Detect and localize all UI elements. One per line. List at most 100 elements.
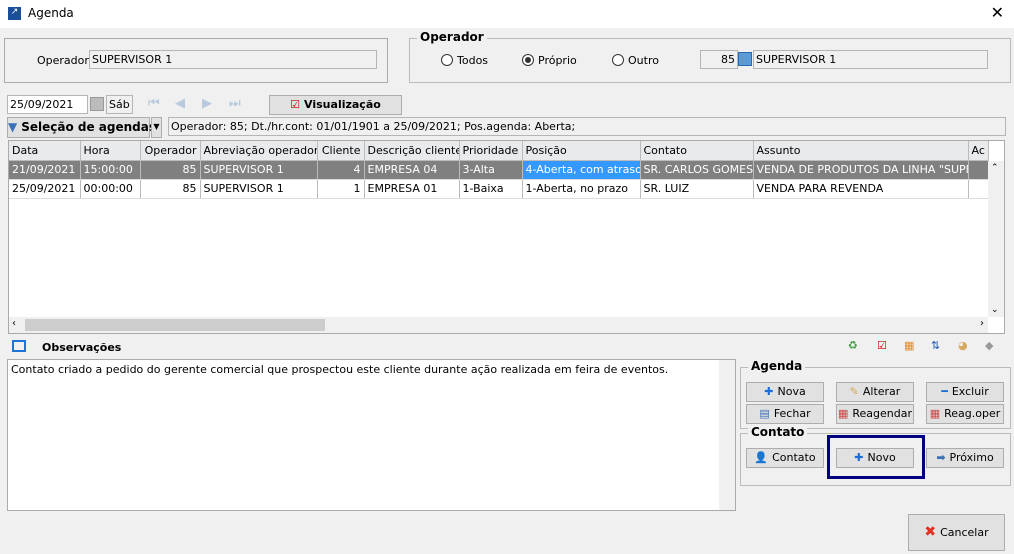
operator-field[interactable]: SUPERVISOR 1: [89, 50, 377, 69]
col-hora[interactable]: Hora: [80, 141, 141, 161]
cell[interactable]: [968, 179, 989, 199]
agenda-grid: Data Hora Operador Abreviação operador C…: [8, 140, 1005, 334]
cell[interactable]: VENDA DE PRODUTOS DA LINHA "SUPER": [753, 160, 969, 180]
button-label: Novo: [867, 451, 896, 464]
scroll-thumb[interactable]: [25, 319, 325, 331]
contato-button[interactable]: 👤 Contato: [746, 448, 824, 468]
scroll-right-icon[interactable]: ›: [980, 318, 984, 329]
radio-outro[interactable]: Outro: [612, 54, 659, 67]
reag-oper-button[interactable]: ▦ Reag.oper: [926, 404, 1004, 424]
observacoes-textarea[interactable]: Contato criado a pedido do gerente comer…: [7, 359, 736, 511]
cell[interactable]: EMPRESA 01: [364, 179, 460, 199]
proximo-button[interactable]: ➡ Próximo: [926, 448, 1004, 468]
calendar-icon: ▦: [929, 407, 941, 420]
cell[interactable]: 4-Aberta, com atraso: [522, 160, 641, 180]
cell[interactable]: SR. LUIZ: [640, 179, 754, 199]
col-data[interactable]: Data: [9, 141, 81, 161]
observacoes-label: Observações: [42, 341, 122, 354]
cell[interactable]: [968, 160, 989, 180]
arrow-right-icon: ➡: [936, 451, 946, 464]
cell[interactable]: EMPRESA 04: [364, 160, 460, 180]
date-input[interactable]: 25/09/2021: [7, 95, 88, 114]
alterar-button[interactable]: ✎ Alterar: [836, 382, 914, 402]
user-icon: 👤: [754, 451, 769, 464]
radio-label: Outro: [628, 54, 659, 67]
button-label: Seleção de agendas: [21, 120, 157, 134]
close-icon[interactable]: ✕: [991, 3, 1004, 22]
fechar-button[interactable]: ▤ Fechar: [746, 404, 824, 424]
cell[interactable]: 85: [140, 160, 201, 180]
button-label: Fechar: [773, 407, 811, 420]
palette-icon[interactable]: ◕: [958, 339, 968, 352]
last-record-icon[interactable]: ⏭: [229, 96, 241, 111]
button-label: Visualização: [304, 98, 381, 111]
cell[interactable]: 15:00:00: [80, 160, 141, 180]
vertical-scrollbar[interactable]: ⌃ ⌄: [988, 161, 1004, 317]
checklist-icon[interactable]: ☑: [877, 339, 887, 352]
col-posicao[interactable]: Posição: [522, 141, 641, 161]
col-assunto[interactable]: Assunto: [753, 141, 969, 161]
cell[interactable]: 00:00:00: [80, 179, 141, 199]
cancelar-button[interactable]: ✖ Cancelar: [908, 514, 1005, 551]
next-record-icon[interactable]: ▶: [202, 96, 212, 111]
button-label: Reag.oper: [944, 407, 1001, 420]
agenda-group-title: Agenda: [748, 359, 806, 373]
col-contato[interactable]: Contato: [640, 141, 754, 161]
table-row[interactable]: 21/09/2021 15:00:00 85 SUPERVISOR 1 4 EM…: [9, 160, 989, 180]
cell[interactable]: 25/09/2021: [9, 179, 81, 199]
windows-icon: [12, 340, 26, 352]
col-operador[interactable]: Operador: [140, 141, 201, 161]
radio-label: Todos: [457, 54, 489, 67]
observacoes-text: Contato criado a pedido do gerente comer…: [11, 363, 669, 376]
calendar-edit-icon[interactable]: ▦: [904, 339, 914, 352]
scroll-left-icon[interactable]: ‹: [12, 318, 16, 329]
scroll-down-icon[interactable]: ⌄: [991, 305, 999, 315]
search-icon[interactable]: [738, 52, 752, 66]
sort-icon[interactable]: ⇅: [931, 339, 940, 352]
cell[interactable]: VENDA PARA REVENDA: [753, 179, 969, 199]
textarea-scrollbar[interactable]: [719, 360, 735, 510]
cell[interactable]: SUPERVISOR 1: [200, 179, 318, 199]
eraser-icon[interactable]: ◆: [985, 339, 993, 352]
cell[interactable]: 1-Aberta, no prazo: [522, 179, 641, 199]
reagendar-button[interactable]: ▦ Reagendar: [836, 404, 914, 424]
plus-icon: ✚: [764, 385, 774, 398]
operator-group-title: Operador: [417, 30, 487, 44]
cell[interactable]: 1: [317, 179, 365, 199]
cell[interactable]: 21/09/2021: [9, 160, 81, 180]
col-prioridade[interactable]: Prioridade: [459, 141, 523, 161]
col-ac[interactable]: Ac: [968, 141, 989, 161]
button-label: Alterar: [862, 385, 901, 398]
button-label: Contato: [772, 451, 816, 464]
first-record-icon[interactable]: ⏮: [148, 96, 160, 111]
radio-proprio[interactable]: Próprio: [522, 54, 577, 67]
cell[interactable]: 85: [140, 179, 201, 199]
excluir-button[interactable]: ━ Excluir: [926, 382, 1004, 402]
button-label: Próximo: [949, 451, 994, 464]
cell[interactable]: 4: [317, 160, 365, 180]
novo-button[interactable]: ✚ Novo: [836, 448, 914, 468]
col-cliente[interactable]: Cliente: [317, 141, 365, 161]
selecao-agendas-button[interactable]: ▼ Seleção de agendas: [7, 117, 156, 138]
radio-todos[interactable]: Todos: [441, 54, 488, 67]
button-label: Reagendar: [852, 407, 913, 420]
cell[interactable]: SR. CARLOS GOMES: [640, 160, 754, 180]
scroll-up-icon[interactable]: ⌃: [991, 163, 999, 173]
operator-code-field[interactable]: 85: [700, 50, 738, 69]
horizontal-scrollbar[interactable]: ‹ ›: [9, 317, 988, 333]
cell[interactable]: 3-Alta: [459, 160, 523, 180]
col-abreviacao[interactable]: Abreviação operador: [200, 141, 318, 161]
col-descricao[interactable]: Descrição cliente: [364, 141, 460, 161]
table-row[interactable]: 25/09/2021 00:00:00 85 SUPERVISOR 1 1 EM…: [9, 179, 989, 199]
previous-record-icon[interactable]: ◀: [175, 96, 185, 111]
visualizacao-button[interactable]: ☑ Visualização: [269, 95, 402, 115]
cell[interactable]: 1-Baixa: [459, 179, 523, 199]
title-bar: ↗ Agenda ✕: [0, 0, 1014, 28]
calendar-icon[interactable]: [90, 97, 104, 111]
grid-header: Data Hora Operador Abreviação operador C…: [9, 141, 989, 161]
selecao-dropdown[interactable]: ▼: [151, 117, 162, 138]
refresh-icon[interactable]: ♻: [848, 339, 858, 352]
nova-button[interactable]: ✚ Nova: [746, 382, 824, 402]
cell[interactable]: SUPERVISOR 1: [200, 160, 318, 180]
operator-group: Operador Todos Próprio Outro 85 SUPERVIS…: [409, 30, 1011, 83]
